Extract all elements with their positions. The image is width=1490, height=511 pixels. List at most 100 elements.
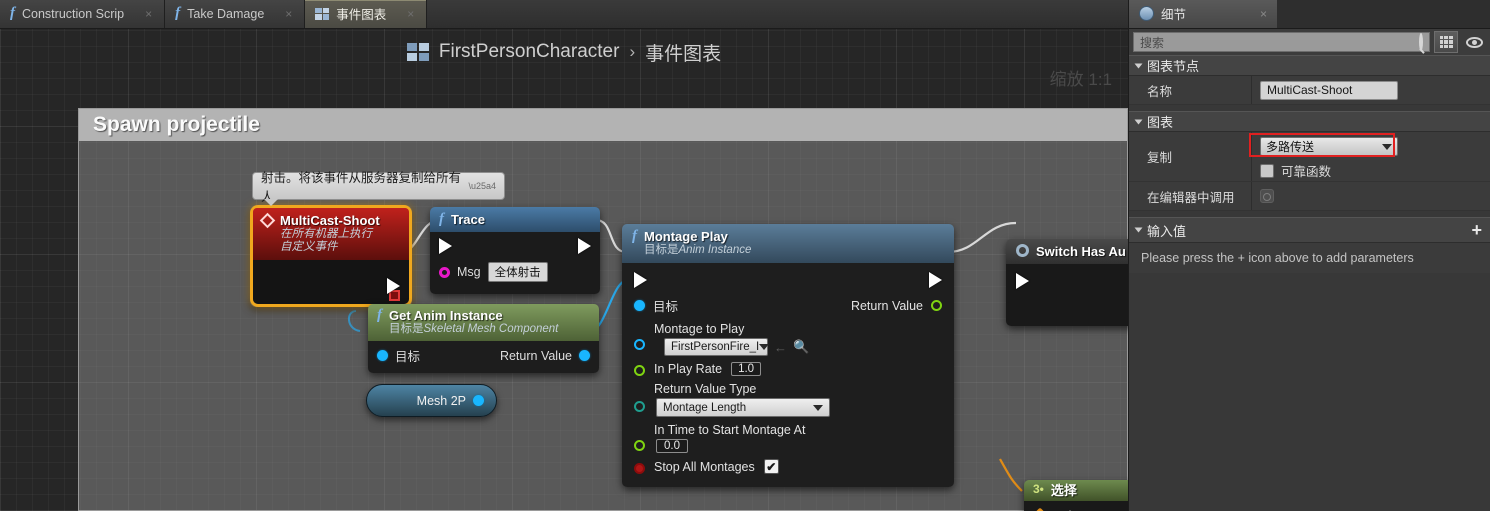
float-output-pin[interactable] bbox=[931, 300, 942, 311]
chevron-down-icon bbox=[1382, 143, 1392, 150]
property-value bbox=[1251, 182, 1490, 210]
browse-asset-icon[interactable]: 🔍 bbox=[793, 339, 809, 355]
editor-tab-strip: f Construction Scrip × f Take Damage × 事… bbox=[0, 0, 1128, 29]
replicates-dropdown[interactable]: 多路传送 bbox=[1260, 137, 1398, 156]
float-input-pin[interactable] bbox=[634, 365, 645, 376]
node-trace[interactable]: f Trace Msg 全体射击 bbox=[430, 207, 600, 294]
tab-details[interactable]: 细节 × bbox=[1129, 0, 1277, 28]
add-parameter-button[interactable]: + bbox=[1471, 221, 1482, 239]
section-header-inputs[interactable]: 输入值 + bbox=[1129, 217, 1490, 243]
exec-input-pin[interactable] bbox=[439, 238, 452, 254]
string-pin-icon[interactable] bbox=[439, 266, 450, 278]
close-icon[interactable]: × bbox=[393, 7, 414, 21]
node-pin-start-montage-at[interactable]: In Time to Start Montage At 0.0 bbox=[622, 420, 954, 456]
tab-construction-script[interactable]: f Construction Scrip × bbox=[0, 0, 166, 28]
start-montage-at-input[interactable]: 0.0 bbox=[656, 439, 688, 453]
use-selected-asset-icon[interactable]: ← bbox=[774, 340, 787, 355]
section-header-graph[interactable]: 图表 bbox=[1129, 111, 1490, 132]
object-input-pin[interactable] bbox=[377, 350, 388, 361]
pin-icon[interactable]: \u25a4 bbox=[468, 181, 496, 191]
montage-asset-dropdown[interactable]: FirstPersonFire_I bbox=[664, 338, 770, 356]
node-pin-target-row[interactable]: 目标 Return Value bbox=[622, 292, 954, 319]
object-input-pin[interactable] bbox=[634, 339, 645, 350]
close-icon[interactable]: × bbox=[1260, 7, 1267, 21]
node-multicast-shoot[interactable]: MultiCast-Shoot 在所有机器上执行 自定义事件 bbox=[250, 205, 412, 307]
pin-label-target: 目标 bbox=[395, 350, 421, 364]
display-options-button[interactable] bbox=[1434, 31, 1458, 53]
node-exec-row-remote[interactable]: R bbox=[1006, 294, 1128, 318]
chevron-down-icon bbox=[813, 404, 823, 411]
breadcrumb-leaf[interactable]: 事件图表 bbox=[645, 39, 721, 66]
node-pin-return-value-type[interactable]: Return Value Type Montage Length bbox=[622, 379, 954, 420]
node-title: MultiCast-Shoot bbox=[280, 213, 380, 228]
function-icon: f bbox=[439, 211, 444, 227]
node-exec-output-row[interactable] bbox=[253, 264, 409, 296]
function-icon: f bbox=[377, 307, 382, 323]
tab-take-damage[interactable]: f Take Damage × bbox=[165, 0, 306, 28]
details-icon bbox=[1139, 6, 1154, 21]
node-pin-stop-all-montages[interactable]: Stop All Montages ✔ bbox=[622, 456, 954, 477]
node-subtitle-line1: 在所有机器上执行 bbox=[280, 228, 372, 240]
enum-input-pin[interactable] bbox=[634, 401, 645, 412]
node-get-anim-instance[interactable]: f Get Anim Instance 目标是Skeletal Mesh Com… bbox=[368, 304, 599, 373]
exec-output-pin[interactable] bbox=[387, 278, 400, 294]
object-output-pin[interactable] bbox=[579, 350, 590, 361]
blueprint-graph-canvas[interactable]: FirstPersonCharacter › 事件图表 缩放 1:1 Spawn… bbox=[0, 29, 1128, 511]
visibility-button[interactable] bbox=[1462, 31, 1486, 53]
search-input[interactable]: 搜索 bbox=[1133, 32, 1430, 52]
node-comment-bubble[interactable]: 射击。将该事件从服务器复制给所有人 \u25a4 bbox=[252, 171, 505, 206]
node-pin-msg[interactable]: Msg 全体射击 bbox=[430, 256, 600, 284]
node-montage-play[interactable]: f Montage Play 目标是Anim Instance 目标 Retur… bbox=[622, 224, 954, 487]
node-select[interactable]: 3• 选择 False R bbox=[1024, 480, 1128, 511]
node-title: Montage Play bbox=[644, 229, 728, 244]
float-input-pin[interactable] bbox=[634, 440, 645, 451]
select-icon: 3• bbox=[1033, 482, 1044, 496]
close-icon[interactable]: × bbox=[271, 7, 292, 21]
exec-input-pin[interactable] bbox=[1016, 273, 1029, 289]
close-icon[interactable]: × bbox=[131, 7, 152, 21]
exec-output-pin[interactable] bbox=[929, 272, 942, 288]
node-name-field[interactable]: MultiCast-Shoot bbox=[1260, 80, 1398, 100]
node-mesh-2p-variable[interactable]: Mesh 2P bbox=[366, 384, 497, 417]
pin-value-input[interactable]: 全体射击 bbox=[487, 262, 548, 282]
breadcrumb-root[interactable]: FirstPersonCharacter bbox=[439, 41, 620, 63]
reliable-checkbox[interactable] bbox=[1260, 163, 1274, 178]
node-pin-row[interactable]: 目标 Return Value bbox=[368, 344, 599, 367]
tab-label: Take Damage bbox=[187, 6, 265, 21]
chevron-right-icon: › bbox=[629, 42, 636, 61]
call-in-editor-checkbox[interactable] bbox=[1260, 189, 1274, 203]
gear-icon bbox=[1016, 244, 1029, 257]
replicates-value: 多路传送 bbox=[1266, 140, 1315, 154]
wildcard-input-pin[interactable] bbox=[1031, 507, 1049, 511]
node-pin-false-row[interactable]: False R bbox=[1024, 506, 1128, 511]
exec-output-pin[interactable] bbox=[578, 238, 591, 254]
details-tab-strip: 细节 × bbox=[1129, 0, 1490, 29]
graph-icon bbox=[315, 7, 330, 20]
stop-all-montages-checkbox[interactable]: ✔ bbox=[763, 459, 779, 474]
function-icon: f bbox=[632, 228, 637, 244]
node-body: 目标 Return Value bbox=[368, 341, 599, 373]
node-exec-row[interactable] bbox=[622, 268, 954, 292]
section-header-graph-node[interactable]: 图表节点 bbox=[1129, 55, 1490, 76]
node-body: Msg 全体射击 bbox=[430, 232, 600, 294]
property-label: 在编辑器中调用 bbox=[1147, 190, 1235, 205]
chevron-down-icon bbox=[759, 344, 770, 350]
node-switch-has-authority[interactable]: Switch Has Au Au R bbox=[1006, 239, 1128, 326]
node-subtitle: 目标是Skeletal Mesh Component bbox=[389, 323, 559, 335]
search-icon[interactable] bbox=[1419, 33, 1423, 51]
pin-label-target: 目标 bbox=[653, 300, 679, 314]
search-placeholder: 搜索 bbox=[1140, 35, 1165, 50]
return-value-type-dropdown[interactable]: Montage Length bbox=[656, 398, 830, 417]
object-input-pin[interactable] bbox=[634, 300, 645, 311]
node-exec-row[interactable]: Au bbox=[1006, 268, 1128, 294]
comment-box-header[interactable]: Spawn projectile bbox=[79, 109, 1127, 141]
node-exec-row[interactable] bbox=[430, 236, 600, 256]
node-pin-montage-to-play[interactable]: Montage to Play FirstPersonFire_I ← 🔍 bbox=[622, 319, 954, 359]
tab-event-graph[interactable]: 事件图表 × bbox=[305, 0, 428, 28]
exec-input-pin[interactable] bbox=[634, 272, 647, 288]
in-play-rate-input[interactable]: 1.0 bbox=[731, 362, 762, 376]
object-output-pin[interactable] bbox=[473, 395, 484, 406]
boolean-input-pin[interactable] bbox=[634, 462, 645, 474]
comment-box-spawn-projectile[interactable]: Spawn projectile bbox=[78, 108, 1128, 511]
node-pin-in-play-rate[interactable]: In Play Rate 1.0 bbox=[622, 359, 954, 379]
